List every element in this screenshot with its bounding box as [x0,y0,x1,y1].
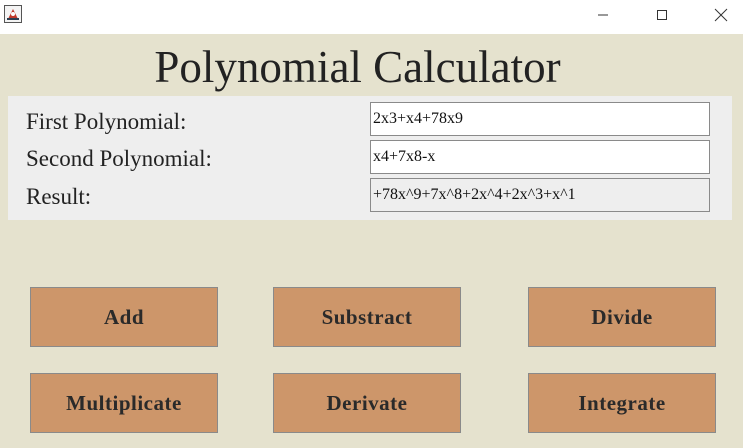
page-title: Polynomial Calculator [154,42,561,92]
polynomial-form-panel: First Polynomial: Second Polynomial: Res… [8,96,732,220]
subtract-button[interactable]: Substract [273,287,461,347]
java-app-icon [4,5,22,23]
result-field[interactable] [370,178,710,212]
second-polynomial-input[interactable] [370,140,710,174]
minimize-icon [597,9,609,21]
result-label: Result: [26,184,92,209]
derive-button[interactable]: Derivate [273,373,461,433]
first-polynomial-input[interactable] [370,102,710,136]
maximize-icon [656,9,668,21]
multiply-button[interactable]: Multiplicate [30,373,218,433]
add-button[interactable]: Add [30,287,218,347]
maximize-button[interactable] [639,0,685,30]
divide-button[interactable]: Divide [528,287,716,347]
close-icon [714,8,728,22]
first-polynomial-label: First Polynomial: [26,109,187,134]
close-button[interactable] [698,0,743,30]
second-polynomial-label: Second Polynomial: [26,146,212,171]
minimize-button[interactable] [580,0,626,30]
integrate-button[interactable]: Integrate [528,373,716,433]
title-bar [0,0,743,34]
